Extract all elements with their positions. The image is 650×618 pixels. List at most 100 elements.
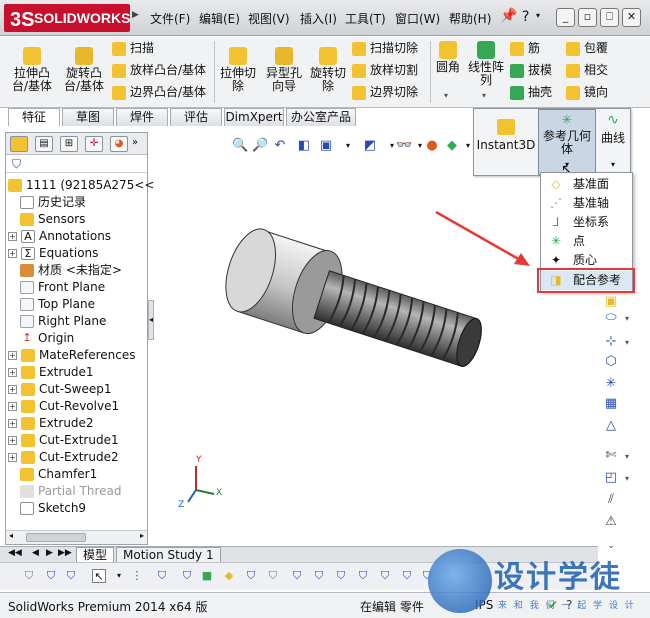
- zoom-to-area-icon[interactable]: 🔎: [252, 138, 268, 154]
- spline-on-surface-icon[interactable]: ▣: [602, 294, 620, 310]
- draft-button[interactable]: 拔模: [510, 61, 552, 79]
- maximize-button[interactable]: ⎕: [600, 8, 619, 27]
- tab-features[interactable]: 特征: [8, 108, 60, 126]
- dimxpert-manager-tab-icon[interactable]: ✛: [85, 136, 103, 152]
- scroll-right-icon[interactable]: ▸: [140, 531, 144, 540]
- pin-menu-icon[interactable]: 📌: [500, 8, 517, 24]
- filter-sketch-points-icon[interactable]: ⛉: [356, 569, 370, 583]
- instant3d-button[interactable]: Instant3D: [474, 109, 538, 175]
- horizontal-scrollbar[interactable]: ◂ ▸: [6, 530, 147, 544]
- menu-help[interactable]: 帮助(H): [449, 10, 491, 27]
- extruded-cut-button[interactable]: 拉伸切除: [218, 47, 258, 93]
- tree-item-annotations[interactable]: + A Annotations: [8, 228, 111, 245]
- tree-item-material[interactable]: 材质 <未指定>: [20, 262, 122, 279]
- lofted-cut-button[interactable]: 放样切割: [352, 61, 418, 79]
- menu-edit[interactable]: 编辑(E): [199, 10, 240, 27]
- tab-sketch[interactable]: 草图: [62, 108, 114, 126]
- tab-dimxpert[interactable]: DimXpert: [224, 108, 284, 126]
- revolved-cut-button[interactable]: 旋转切除: [308, 47, 348, 93]
- bolt-model[interactable]: [216, 223, 492, 386]
- expand-icon[interactable]: +: [8, 385, 17, 394]
- hole-wizard-button[interactable]: 异型孔向导: [262, 47, 306, 93]
- hide-show-items-icon[interactable]: 👓: [396, 138, 412, 154]
- tab-office-products[interactable]: 办公室产品: [286, 108, 356, 126]
- filter-notes-icon[interactable]: ⛉: [400, 569, 414, 583]
- restore-button[interactable]: ▫: [578, 8, 597, 27]
- curves-button[interactable]: ∿ 曲线 ▾: [596, 109, 630, 175]
- tree-item-sketch9[interactable]: Sketch9: [20, 500, 86, 517]
- filter-edges-icon[interactable]: ⛉: [155, 569, 169, 583]
- tree-item-extrude1[interactable]: + Extrude1: [8, 364, 94, 381]
- mirror-entities-icon[interactable]: ⫽: [602, 492, 620, 508]
- property-manager-tab-icon[interactable]: ▤: [35, 136, 53, 152]
- intersect-button[interactable]: 相交: [566, 61, 608, 79]
- menu-view[interactable]: 视图(V): [248, 10, 290, 27]
- expand-icon[interactable]: +: [8, 249, 17, 258]
- boundary-boss-button[interactable]: 边界凸台/基体: [112, 83, 206, 101]
- logo-menu-arrow-icon[interactable]: ▶: [132, 10, 139, 20]
- tree-item-front-plane[interactable]: Front Plane: [20, 279, 105, 296]
- tab-scroll-prev-icon[interactable]: ◀: [32, 548, 39, 558]
- filter-toggle-icon[interactable]: ⛉: [22, 569, 36, 583]
- pane-expand-icon[interactable]: »: [132, 137, 138, 148]
- filter-icon[interactable]: ⛉: [12, 157, 21, 172]
- pattern-dropdown-icon[interactable]: ▾: [482, 91, 486, 100]
- tree-item-extrude2[interactable]: + Extrude2: [8, 415, 94, 432]
- section-view-icon[interactable]: ◧: [296, 138, 312, 154]
- tree-item-cut-extrude1[interactable]: + Cut-Extrude1: [8, 432, 119, 449]
- display-style-icon[interactable]: ◩: [362, 138, 378, 154]
- point-icon[interactable]: ✳: [602, 376, 620, 392]
- filter-sketch-segments-icon[interactable]: ⛉: [334, 569, 348, 583]
- filter-surfaces-icon[interactable]: ⛉: [244, 569, 258, 583]
- polygon-icon[interactable]: ⬡: [602, 354, 620, 370]
- offset-icon[interactable]: ⊹: [602, 334, 620, 350]
- tab-motion-study-1[interactable]: Motion Study 1: [116, 547, 221, 563]
- help-dropdown-icon[interactable]: ▾: [536, 11, 540, 20]
- ellipse-icon[interactable]: ⬭: [602, 310, 620, 326]
- filter-dimensions-icon[interactable]: ⛉: [378, 569, 392, 583]
- grid-icon[interactable]: ▦: [602, 396, 620, 412]
- sketch-tools-icon[interactable]: ✄: [602, 448, 620, 464]
- ellipse-dropdown-icon[interactable]: ▾: [625, 314, 629, 323]
- fillet-button[interactable]: 圆角: [434, 41, 462, 74]
- revolved-boss-button[interactable]: 旋转凸台/基体: [60, 47, 108, 93]
- view-orientation-dropdown-icon[interactable]: ▾: [340, 138, 356, 154]
- extruded-boss-button[interactable]: 拉伸凸台/基体: [8, 47, 56, 93]
- filter-solid-bodies-icon[interactable]: ■: [200, 569, 214, 583]
- swept-cut-button[interactable]: 扫描切除: [352, 39, 418, 57]
- boundary-cut-button[interactable]: 边界切除: [352, 83, 418, 101]
- expand-icon[interactable]: +: [8, 351, 17, 360]
- tab-scroll-first-icon[interactable]: ◀◀: [8, 548, 22, 558]
- appearance-icon[interactable]: ●: [424, 138, 440, 154]
- tree-item-partial-thread[interactable]: Partial Thread: [20, 483, 121, 500]
- relations-icon[interactable]: ⚠: [602, 514, 620, 530]
- feature-tree-filter[interactable]: ⛉: [6, 156, 147, 173]
- wrap-button[interactable]: 包覆: [566, 39, 608, 57]
- tree-item-cut-extrude2[interactable]: + Cut-Extrude2: [8, 449, 119, 466]
- configuration-manager-tab-icon[interactable]: ⊞: [60, 136, 78, 152]
- menu-item-plane[interactable]: ◇ 基准面: [541, 175, 632, 194]
- expand-icon[interactable]: +: [8, 402, 17, 411]
- select-dropdown-icon[interactable]: ▾: [112, 569, 126, 583]
- menu-file[interactable]: 文件(F): [150, 10, 190, 27]
- sketch-tools-dropdown-icon[interactable]: ▾: [625, 452, 629, 461]
- zoom-to-fit-icon[interactable]: 🔍: [232, 138, 248, 154]
- sweep-button[interactable]: 扫描: [112, 39, 154, 57]
- filter-features-icon[interactable]: ◆: [222, 569, 236, 583]
- tree-item-cut-sweep1[interactable]: + Cut-Sweep1: [8, 381, 111, 398]
- loft-boss-button[interactable]: 放样凸台/基体: [112, 61, 206, 79]
- feature-manager-tab-icon[interactable]: [10, 136, 28, 152]
- filter-planes-icon[interactable]: ⛉: [290, 569, 304, 583]
- filter-points-icon[interactable]: ⛉: [312, 569, 326, 583]
- view-orientation-icon[interactable]: ▣: [318, 138, 334, 154]
- expand-icon[interactable]: +: [8, 419, 17, 428]
- menu-item-axis[interactable]: ⋰ 基准轴: [541, 194, 632, 213]
- menu-item-point[interactable]: ✳ 点: [541, 232, 632, 251]
- warning-icon[interactable]: △: [602, 418, 620, 434]
- previous-view-icon[interactable]: ↶: [272, 138, 288, 154]
- expand-icon[interactable]: +: [8, 453, 17, 462]
- offset-dropdown-icon[interactable]: ▾: [625, 338, 629, 347]
- expand-icon[interactable]: +: [8, 232, 17, 241]
- tab-evaluate[interactable]: 评估: [170, 108, 222, 126]
- tree-item-top-plane[interactable]: Top Plane: [20, 296, 95, 313]
